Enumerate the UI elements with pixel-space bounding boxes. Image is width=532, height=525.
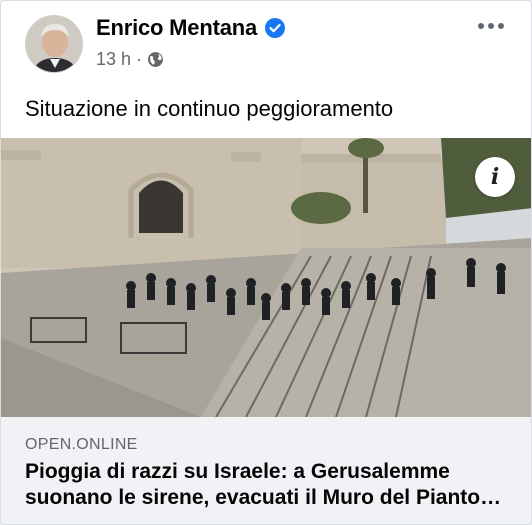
link-headline: Pioggia di razzi su Israele: a Gerusalem…: [25, 460, 502, 509]
author-name[interactable]: Enrico Mentana: [96, 15, 257, 41]
verified-badge-icon: [265, 18, 286, 38]
more-options-icon[interactable]: [473, 13, 509, 39]
post-header: Enrico Mentana 13 h ·: [1, 1, 531, 91]
post-timestamp[interactable]: 13 h: [96, 49, 131, 70]
meta-separator: ·: [136, 49, 143, 69]
facebook-post: Enrico Mentana 13 h · Situazione in cont…: [0, 0, 532, 525]
globe-icon[interactable]: [147, 51, 164, 68]
info-icon[interactable]: i: [475, 157, 515, 197]
link-domain: OPEN.ONLINE: [25, 436, 138, 453]
author-name-row: Enrico Mentana: [96, 15, 286, 41]
post-message: Situazione in continuo peggioramento: [25, 96, 394, 121]
link-preview-footer[interactable]: OPEN.ONLINE Pioggia di razzi su Israele:…: [1, 417, 531, 524]
post-meta: 13 h ·: [96, 49, 164, 70]
author-avatar[interactable]: [25, 15, 83, 73]
link-preview-image[interactable]: [1, 138, 531, 417]
photo-damascus-gate: [1, 138, 531, 417]
avatar-image: [26, 16, 82, 72]
